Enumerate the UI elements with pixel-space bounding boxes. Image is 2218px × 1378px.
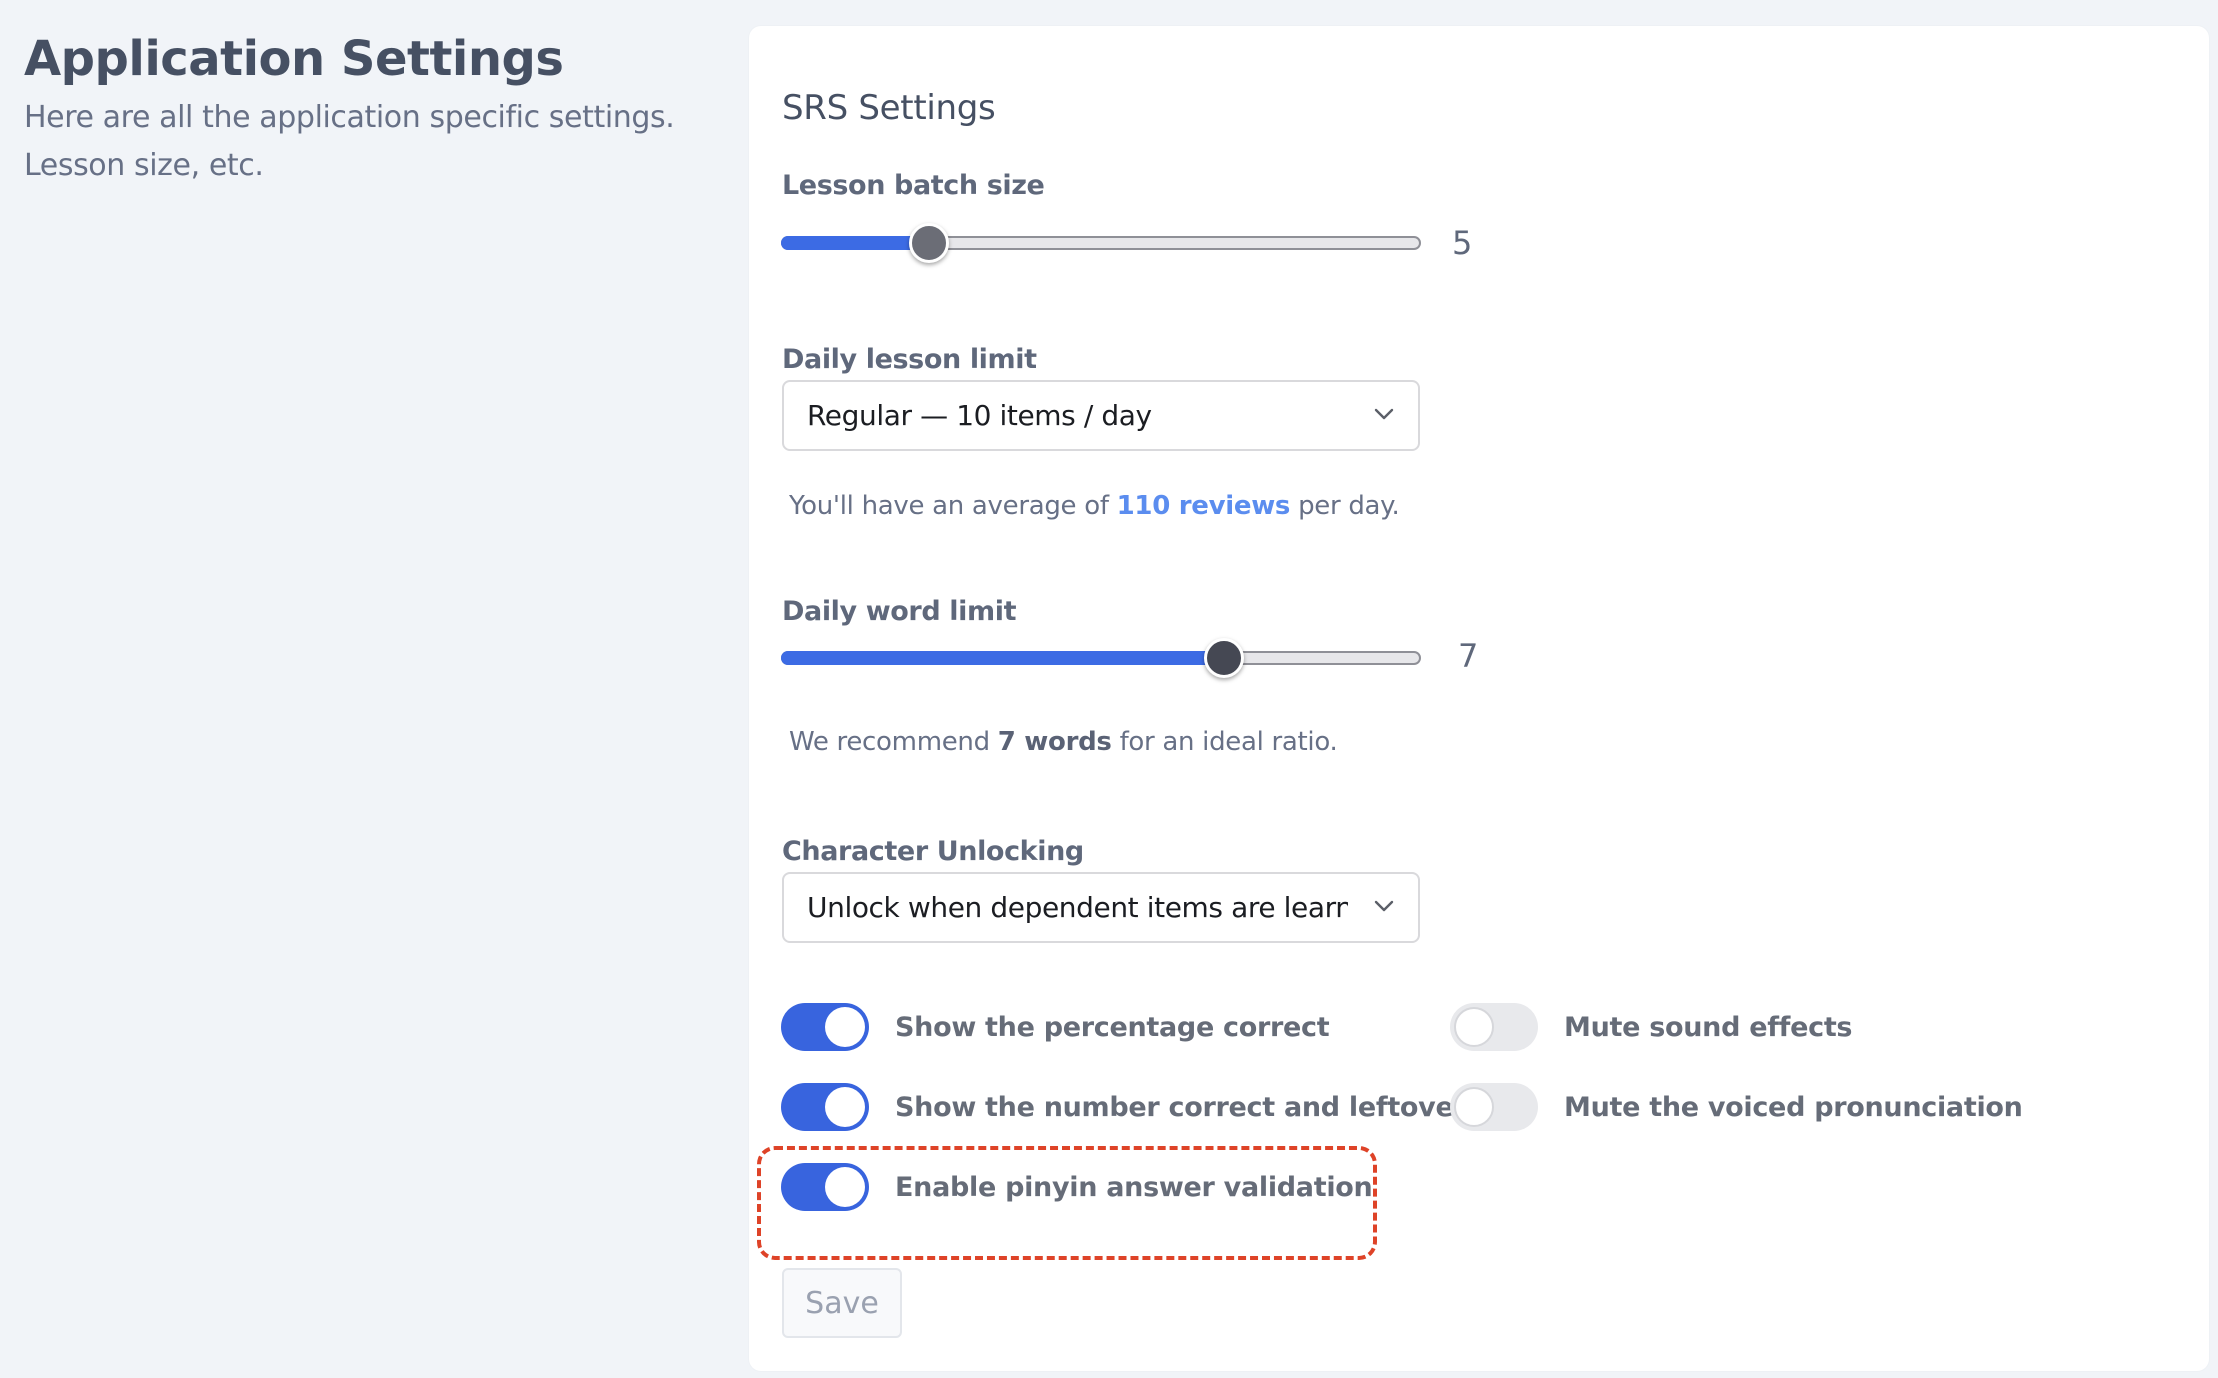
slider-fill — [781, 236, 929, 250]
character-unlocking-select[interactable]: Unlock when dependent items are learned — [782, 872, 1420, 943]
page-title: Application Settings — [24, 31, 564, 87]
show-percentage-toggle[interactable] — [781, 1003, 869, 1051]
chevron-down-icon — [1374, 408, 1394, 420]
page-header: Application Settings Here are all the ap… — [24, 28, 724, 190]
daily-lesson-limit-label: Daily lesson limit — [782, 344, 1037, 375]
character-unlocking-selected: Unlock when dependent items are learned — [807, 891, 1348, 924]
mute-pronunciation-label: Mute the voiced pronunciation — [1564, 1091, 2023, 1123]
lesson-batch-size-label: Lesson batch size — [782, 170, 1045, 201]
pinyin-validation-label: Enable pinyin answer validation — [895, 1171, 1373, 1203]
toggle-knob — [825, 1087, 865, 1127]
recommended-words: 7 words — [997, 727, 1112, 757]
slider-fill — [781, 651, 1223, 665]
srs-settings-card: SRS Settings Lesson batch size 5 Daily l… — [749, 26, 2209, 1371]
daily-word-limit-helper: We recommend 7 words for an ideal ratio. — [789, 724, 1338, 760]
pinyin-validation-toggle[interactable] — [781, 1163, 869, 1211]
daily-word-limit-slider[interactable] — [781, 638, 1421, 678]
chevron-down-icon — [1374, 900, 1394, 912]
toggle-knob — [1454, 1087, 1494, 1127]
page-description: Here are all the application specific se… — [24, 100, 675, 183]
helper-text: We recommend — [789, 727, 998, 757]
mute-sound-toggle[interactable] — [1450, 1003, 1538, 1051]
slider-thumb[interactable] — [1203, 638, 1244, 678]
toggle-row-show-number-correct[interactable]: Show the number correct and leftover — [781, 1083, 1467, 1131]
mute-sound-label: Mute sound effects — [1564, 1011, 1853, 1043]
helper-text: per day. — [1290, 491, 1400, 521]
toggle-row-mute-sound[interactable]: Mute sound effects — [1450, 1003, 1853, 1051]
toggle-row-mute-pronunciation[interactable]: Mute the voiced pronunciation — [1450, 1083, 2023, 1131]
toggle-knob — [825, 1007, 865, 1047]
character-unlocking-label: Character Unlocking — [782, 836, 1084, 867]
daily-word-limit-label: Daily word limit — [782, 596, 1017, 627]
daily-lesson-limit-select[interactable]: Regular — 10 items / day — [782, 380, 1420, 451]
helper-text: You'll have an average of — [789, 491, 1117, 521]
show-number-correct-toggle[interactable] — [781, 1083, 869, 1131]
toggle-knob — [825, 1167, 865, 1207]
helper-text: for an ideal ratio. — [1111, 727, 1338, 757]
card-title: SRS Settings — [782, 88, 996, 128]
daily-lesson-limit-helper: You'll have an average of 110 reviews pe… — [789, 488, 1400, 524]
mute-pronunciation-toggle[interactable] — [1450, 1083, 1538, 1131]
toggle-row-pinyin-validation[interactable]: Enable pinyin answer validation — [781, 1163, 1373, 1211]
save-button[interactable]: Save — [782, 1268, 902, 1338]
daily-lesson-limit-selected: Regular — 10 items / day — [807, 399, 1152, 432]
reviews-link[interactable]: 110 reviews — [1117, 491, 1291, 521]
toggle-row-show-percentage[interactable]: Show the percentage correct — [781, 1003, 1330, 1051]
slider-thumb[interactable] — [909, 223, 950, 263]
lesson-batch-size-slider[interactable] — [781, 223, 1421, 263]
lesson-batch-size-value: 5 — [1452, 224, 1473, 262]
show-number-correct-label: Show the number correct and leftover — [895, 1091, 1467, 1123]
toggle-knob — [1454, 1007, 1494, 1047]
show-percentage-label: Show the percentage correct — [895, 1011, 1330, 1043]
daily-word-limit-value: 7 — [1458, 637, 1479, 675]
